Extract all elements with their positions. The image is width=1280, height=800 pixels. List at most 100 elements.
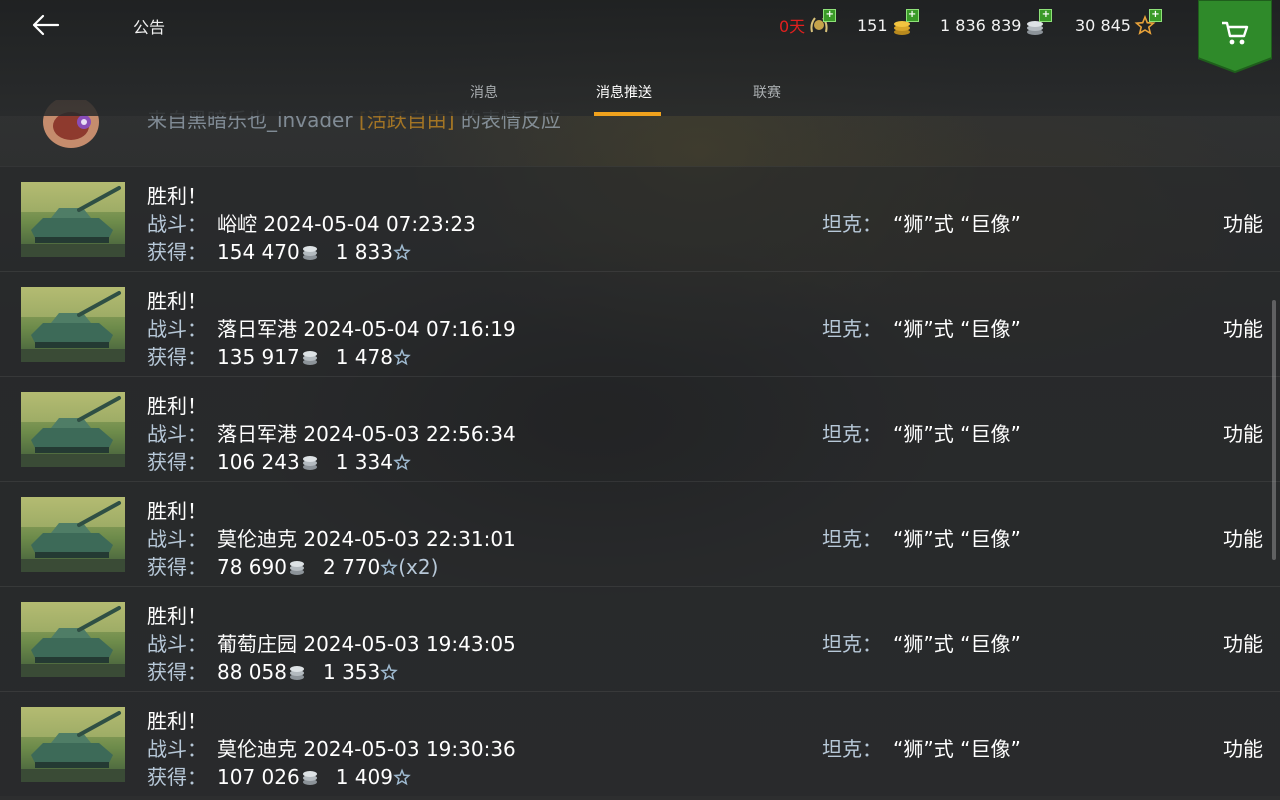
battle-line: 战斗： 落日军港 2024-05-03 22:56:34 [147, 418, 516, 447]
earned-credits: 78 690 [217, 555, 287, 579]
tab-push-messages[interactable]: 消息推送 [596, 82, 652, 102]
battle-line: 战斗： 葡萄庄园 2024-05-03 19:43:05 [147, 628, 516, 657]
battle-line: 战斗： 莫伦迪克 2024-05-03 22:31:01 [147, 523, 516, 552]
silver-coins-icon: + [1024, 9, 1053, 36]
premium-days[interactable]: 0天 + [779, 9, 837, 36]
silver-coins-icon [302, 456, 317, 470]
xp-star-icon [393, 348, 411, 366]
earned-line: 获得： 107 026 1 409 [147, 761, 411, 790]
page-title: 公告 [133, 18, 166, 37]
xp-multiplier: (x2) [398, 555, 439, 579]
xp-star-icon [393, 768, 411, 786]
add-free-xp-icon[interactable]: + [1148, 9, 1162, 22]
function-button[interactable]: 功能 [1223, 418, 1263, 447]
list-item[interactable]: 胜利！ 战斗： 落日军港 2024-05-04 07:16:19 获得： 135 9… [0, 271, 1280, 376]
tab-bar: 消息 消息推送 联赛 [0, 80, 1280, 116]
earned-xp: 2 770 [322, 555, 381, 579]
list-item[interactable]: 胜利！ 战斗： 落日军港 2024-05-03 22:56:34 获得： 106 2… [0, 376, 1280, 481]
free-xp-balance[interactable]: 30 845 + [1075, 9, 1162, 36]
battle-label: 战斗： [147, 317, 207, 341]
gold-coins-icon: + [891, 9, 919, 36]
battle-result: 胜利！ [147, 289, 207, 313]
scrollbar[interactable] [1272, 300, 1276, 560]
notification-list: 胜利！ 战斗： 峪崆 2024-05-04 07:23:23 获得： 154 470… [0, 166, 1280, 796]
shop-button[interactable] [1197, 0, 1273, 74]
earned-label: 获得： [147, 765, 207, 789]
battle-label: 战斗： [147, 212, 207, 236]
tank-thumbnail [21, 182, 125, 257]
earned-line: 获得： 154 470 1 833 [147, 236, 411, 265]
tank-name: “狮”式 “巨像” [893, 422, 1021, 446]
shopping-cart-icon [1222, 21, 1249, 45]
tank-name: “狮”式 “巨像” [893, 317, 1021, 341]
tank-name: “狮”式 “巨像” [893, 527, 1021, 551]
free-xp-star-icon: + [1134, 9, 1162, 36]
earned-xp: 1 353 [322, 660, 381, 684]
tank-thumbnail [21, 392, 125, 467]
earned-label: 获得： [147, 660, 207, 684]
gold-balance[interactable]: 151 + [857, 9, 919, 36]
battle-label: 战斗： [147, 737, 207, 761]
xp-star-icon [393, 453, 411, 471]
credits-balance[interactable]: 1 836 839 + [940, 9, 1053, 36]
battle-result: 胜利！ [147, 709, 207, 733]
top-bar: 公告 0天 + 151 + 1 836 839 + 30 845 + 消息 消息… [0, 0, 1280, 116]
earned-credits: 88 058 [217, 660, 287, 684]
tank-label: 坦克： [822, 317, 882, 341]
earned-credits: 154 470 [217, 240, 300, 264]
tank-name: “狮”式 “巨像” [893, 737, 1021, 761]
back-button[interactable] [26, 8, 66, 42]
earned-line: 获得： 78 690 2 770 (x2) [147, 551, 438, 580]
add-gold-icon[interactable]: + [905, 9, 919, 22]
function-button[interactable]: 功能 [1223, 313, 1263, 342]
silver-coins-icon [289, 666, 304, 680]
earned-xp: 1 409 [335, 765, 393, 789]
earned-label: 获得： [147, 345, 207, 369]
earned-xp: 1 478 [335, 345, 393, 369]
earned-line: 获得： 135 917 1 478 [147, 341, 411, 370]
earned-xp: 1 334 [335, 450, 393, 474]
function-button[interactable]: 功能 [1223, 628, 1263, 657]
tank-thumbnail [21, 287, 125, 362]
earned-label: 获得： [147, 450, 207, 474]
active-tab-indicator [594, 112, 661, 116]
tank-label: 坦克： [822, 422, 882, 446]
battle-line: 战斗： 落日军港 2024-05-04 07:16:19 [147, 313, 516, 342]
earned-credits: 135 917 [217, 345, 300, 369]
tank-thumbnail [21, 497, 125, 572]
function-button[interactable]: 功能 [1223, 208, 1263, 237]
battle-label: 战斗： [147, 527, 207, 551]
earned-xp: 1 833 [335, 240, 393, 264]
back-arrow-icon [32, 14, 60, 36]
list-item[interactable]: 胜利！ 战斗： 莫伦迪克 2024-05-03 19:30:36 获得： 107 0… [0, 691, 1280, 796]
earned-label: 获得： [147, 240, 207, 264]
function-button[interactable]: 功能 [1223, 733, 1263, 762]
add-premium-icon[interactable]: + [823, 9, 837, 22]
earned-line: 获得： 106 243 1 334 [147, 446, 411, 475]
function-button[interactable]: 功能 [1223, 523, 1263, 552]
tank-label: 坦克： [822, 527, 882, 551]
earned-credits: 106 243 [217, 450, 300, 474]
silver-coins-icon [289, 561, 304, 575]
battle-result: 胜利！ [147, 394, 207, 418]
silver-coins-icon [302, 771, 317, 785]
list-item[interactable]: 胜利！ 战斗： 莫伦迪克 2024-05-03 22:31:01 获得： 78 69… [0, 481, 1280, 586]
tab-messages[interactable]: 消息 [470, 82, 498, 102]
xp-star-icon [380, 558, 399, 576]
tab-league[interactable]: 联赛 [753, 82, 781, 102]
list-item[interactable]: 胜利！ 战斗： 葡萄庄园 2024-05-03 19:43:05 获得： 88 05… [0, 586, 1280, 691]
premium-laurel-icon: + [808, 9, 837, 36]
battle-label: 战斗： [147, 632, 207, 656]
xp-star-icon [393, 243, 411, 261]
battle-result: 胜利！ [147, 499, 207, 523]
xp-star-icon [380, 663, 399, 681]
tank-thumbnail [21, 602, 125, 677]
add-credits-icon[interactable]: + [1039, 9, 1053, 22]
tank-label: 坦克： [822, 632, 882, 656]
battle-line: 战斗： 莫伦迪克 2024-05-03 19:30:36 [147, 733, 516, 762]
battle-info: 落日军港 2024-05-03 22:56:34 [217, 422, 516, 446]
list-item[interactable]: 胜利！ 战斗： 峪崆 2024-05-04 07:23:23 获得： 154 470… [0, 166, 1280, 271]
tank-label: 坦克： [822, 737, 882, 761]
earned-label: 获得： [147, 555, 207, 579]
battle-label: 战斗： [147, 422, 207, 446]
